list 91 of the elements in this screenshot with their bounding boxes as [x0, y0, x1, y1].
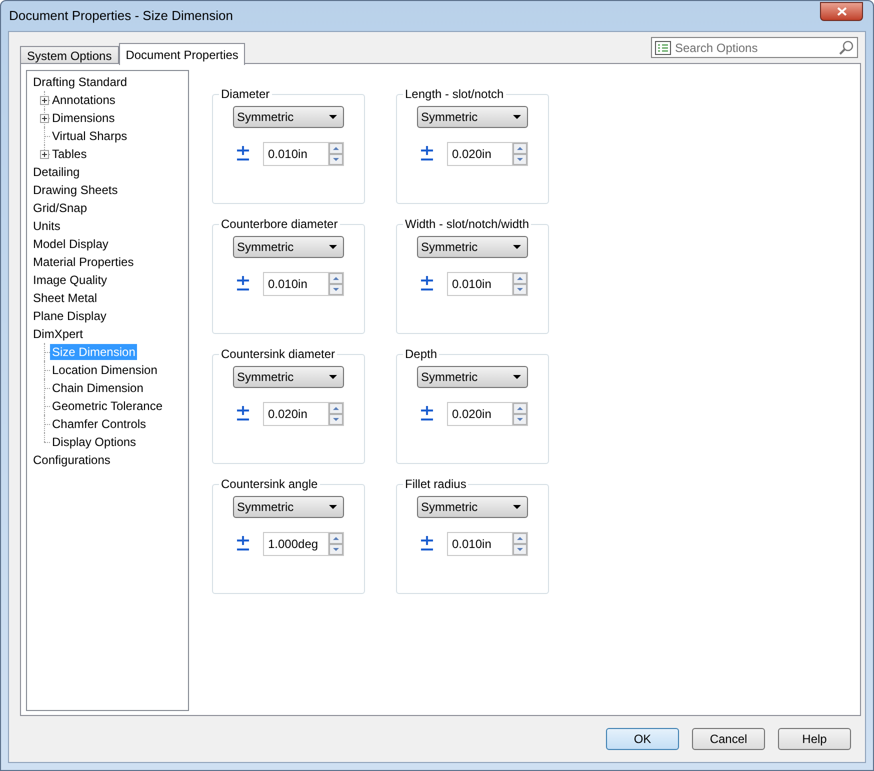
tree-item[interactable]: Detailing [31, 164, 82, 180]
value-spinner[interactable]: 0.010in [447, 532, 528, 556]
group-label: Countersink diameter [219, 347, 338, 361]
dropdown-arrow-icon [513, 245, 521, 249]
value-spinner[interactable]: 1.000deg [263, 532, 344, 556]
plus-minus-icon [236, 275, 250, 291]
expand-icon[interactable] [40, 150, 49, 159]
mode-dropdown[interactable]: Symmetric [417, 106, 528, 128]
mode-dropdown[interactable]: Symmetric [417, 236, 528, 258]
spin-up-icon [329, 533, 343, 544]
spin-up-icon [329, 403, 343, 414]
list-icon [655, 40, 671, 54]
plus-minus-icon [420, 405, 434, 421]
value-spinner[interactable]: 0.010in [447, 272, 528, 296]
value-spinner[interactable]: 0.010in [263, 142, 344, 166]
tree-item[interactable]: Geometric Tolerance [50, 398, 164, 414]
search-icon [838, 40, 854, 56]
group-label: Countersink angle [219, 477, 320, 491]
tree-item[interactable]: Sheet Metal [31, 290, 100, 306]
tree-item[interactable]: Tables [50, 146, 89, 162]
spin-down-icon [329, 414, 343, 425]
group-label: Counterbore diameter [219, 217, 340, 231]
mode-dropdown[interactable]: Symmetric [417, 496, 528, 518]
expand-icon[interactable] [40, 114, 49, 123]
plus-minus-icon [236, 405, 250, 421]
tree-item[interactable]: Chain Dimension [50, 380, 146, 396]
mode-dropdown[interactable]: Symmetric [417, 366, 528, 388]
expand-icon[interactable] [40, 96, 49, 105]
tree-item[interactable]: Plane Display [31, 308, 108, 324]
mode-dropdown[interactable]: Symmetric [233, 366, 344, 388]
dialog-button[interactable]: OK [606, 728, 679, 750]
window-title: Document Properties - Size Dimension [9, 7, 233, 26]
mode-dropdown[interactable]: Symmetric [233, 106, 344, 128]
spin-down-icon [513, 284, 527, 295]
tree-item[interactable]: DimXpert [31, 326, 86, 342]
spin-down-icon [329, 284, 343, 295]
tree-item[interactable]: Drafting Standard [31, 74, 130, 90]
tree-item[interactable]: Annotations [50, 92, 118, 108]
plus-minus-icon [420, 275, 434, 291]
dialog-button[interactable]: Help [778, 728, 851, 750]
mode-dropdown[interactable]: Symmetric [233, 236, 344, 258]
dropdown-arrow-icon [513, 375, 521, 379]
close-icon [836, 6, 846, 16]
spin-up-icon [329, 273, 343, 284]
tree-item[interactable]: Dimensions [50, 110, 117, 126]
tree-item[interactable]: Location Dimension [50, 362, 160, 378]
plus-minus-icon [236, 535, 250, 551]
spin-down-icon [329, 154, 343, 165]
spin-down-icon [513, 414, 527, 425]
close-button[interactable] [820, 2, 863, 20]
tree-item[interactable]: Material Properties [31, 254, 136, 270]
tree-item[interactable]: Configurations [31, 452, 112, 468]
tree-item[interactable]: Model Display [31, 236, 110, 252]
spin-up-icon [513, 143, 527, 154]
dropdown-arrow-icon [329, 115, 337, 119]
tree-item[interactable]: Image Quality [31, 272, 110, 288]
tree-item[interactable]: Chamfer Controls [50, 416, 148, 432]
spin-down-icon [513, 544, 527, 555]
tab[interactable]: Document Properties [118, 43, 246, 65]
group-label: Diameter [219, 87, 272, 101]
group-label: Fillet radius [403, 477, 468, 491]
spin-up-icon [513, 403, 527, 414]
tree-item[interactable]: Virtual Sharps [50, 128, 130, 144]
value-spinner[interactable]: 0.020in [263, 402, 344, 426]
tab[interactable]: System Options [20, 46, 119, 64]
group-label: Width - slot/notch/width [403, 217, 532, 231]
dialog-button[interactable]: Cancel [692, 728, 765, 750]
tree-item[interactable]: Grid/Snap [31, 200, 90, 216]
spin-up-icon [329, 143, 343, 154]
dropdown-arrow-icon [329, 375, 337, 379]
tree-item[interactable]: Display Options [50, 434, 138, 450]
spin-up-icon [513, 273, 527, 284]
plus-minus-icon [236, 145, 250, 161]
plus-minus-icon [420, 145, 434, 161]
value-spinner[interactable]: 0.020in [447, 142, 528, 166]
dropdown-arrow-icon [513, 115, 521, 119]
plus-minus-icon [420, 535, 434, 551]
dropdown-arrow-icon [329, 245, 337, 249]
spin-up-icon [513, 533, 527, 544]
spin-down-icon [513, 154, 527, 165]
group-label: Depth [403, 347, 440, 361]
value-spinner[interactable]: 0.020in [447, 402, 528, 426]
search-field[interactable]: Search Options [651, 37, 858, 58]
group-label: Length - slot/notch [403, 87, 506, 101]
tree-item[interactable]: Units [31, 218, 62, 234]
mode-dropdown[interactable]: Symmetric [233, 496, 344, 518]
dropdown-arrow-icon [329, 505, 337, 509]
spin-down-icon [329, 544, 343, 555]
value-spinner[interactable]: 0.010in [263, 272, 344, 296]
tree-item[interactable]: Drawing Sheets [31, 182, 120, 198]
dropdown-arrow-icon [513, 505, 521, 509]
